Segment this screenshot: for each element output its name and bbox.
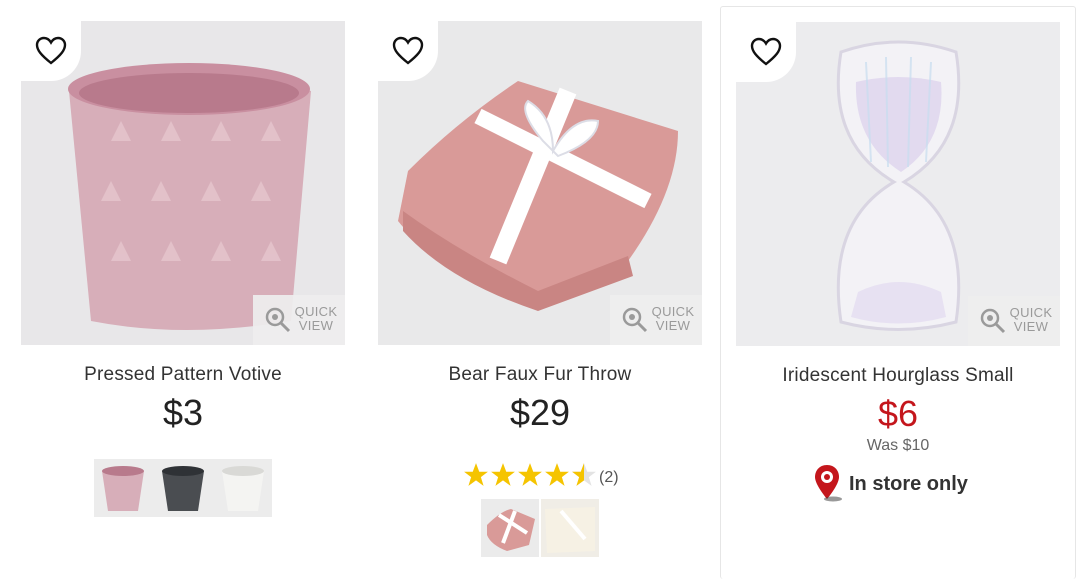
wishlist-button[interactable] xyxy=(21,21,81,81)
sale-price: $6 xyxy=(877,393,919,434)
location-pin-icon xyxy=(815,465,842,502)
product-title[interactable]: Bear Faux Fur Throw xyxy=(367,364,713,386)
thumbnail-list xyxy=(481,499,599,557)
view-label: VIEW xyxy=(298,318,334,333)
star-icon xyxy=(464,463,488,486)
heart-icon xyxy=(750,37,782,66)
product-image-throw[interactable]: QUICK VIEW xyxy=(378,21,702,345)
product-image-votive[interactable]: QUICK VIEW xyxy=(21,21,345,345)
review-count[interactable]: (2) xyxy=(599,469,619,487)
thumbnail-pink[interactable] xyxy=(481,499,539,557)
quick-view-label: QUICK VIEW xyxy=(1008,306,1054,334)
magnifier-icon xyxy=(265,307,291,333)
product-image-hourglass[interactable]: QUICK VIEW xyxy=(736,22,1060,346)
quick-label: QUICK xyxy=(1009,305,1053,320)
availability-label: In store only xyxy=(849,473,968,495)
view-label: VIEW xyxy=(1013,319,1049,334)
magnifier-icon xyxy=(980,308,1006,334)
wishlist-button[interactable] xyxy=(736,22,796,82)
product-title[interactable]: Pressed Pattern Votive xyxy=(10,364,356,386)
quick-view-button[interactable]: QUICK VIEW xyxy=(253,295,345,345)
star-icon xyxy=(545,463,569,486)
color-swatches xyxy=(94,459,272,517)
swatch-charcoal[interactable] xyxy=(154,459,212,517)
swatch-pink[interactable] xyxy=(94,459,152,517)
was-price: Was $10 xyxy=(866,437,930,454)
quick-view-button[interactable]: QUICK VIEW xyxy=(610,295,702,345)
quick-view-label: QUICK VIEW xyxy=(650,305,696,333)
wishlist-button[interactable] xyxy=(378,21,438,81)
product-card-throw: QUICK VIEW Bear Faux Fur Throw $29 (2) xyxy=(367,0,713,579)
product-title[interactable]: Iridescent Hourglass Small xyxy=(721,365,1075,387)
product-card-hourglass: QUICK VIEW Iridescent Hourglass Small $6… xyxy=(720,6,1076,579)
heart-icon xyxy=(35,36,67,65)
quick-label: QUICK xyxy=(294,304,338,319)
quick-label: QUICK xyxy=(651,304,695,319)
thumbnail-cream[interactable] xyxy=(541,499,599,557)
product-price: $29 xyxy=(509,392,571,433)
half-star-icon xyxy=(572,463,596,486)
star-icon xyxy=(491,463,515,486)
swatch-white[interactable] xyxy=(214,459,272,517)
quick-view-label: QUICK VIEW xyxy=(293,305,339,333)
star-icon xyxy=(518,463,542,486)
view-label: VIEW xyxy=(655,318,691,333)
heart-icon xyxy=(392,36,424,65)
product-price: $3 xyxy=(162,392,204,433)
quick-view-button[interactable]: QUICK VIEW xyxy=(968,296,1060,346)
magnifier-icon xyxy=(622,307,648,333)
product-card-votive: QUICK VIEW Pressed Pattern Votive $3 xyxy=(10,0,356,579)
